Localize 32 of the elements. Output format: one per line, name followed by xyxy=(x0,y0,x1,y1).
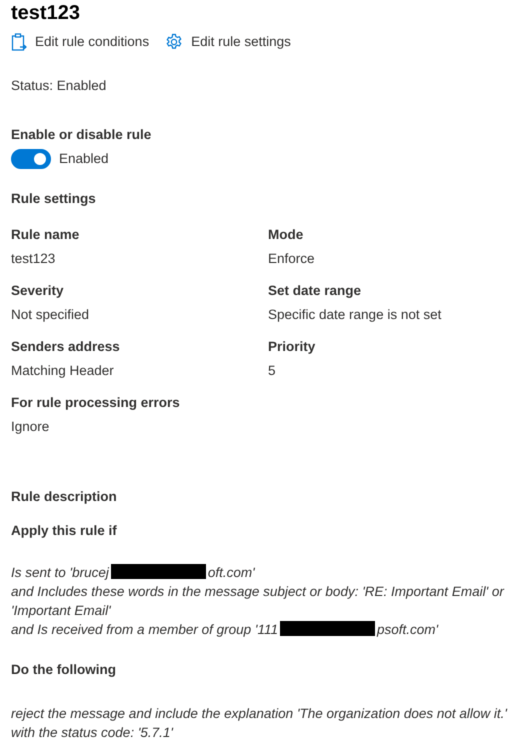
edit-link[interactable]: Edit rule settings xyxy=(165,32,291,52)
field-label: For rule processing errors xyxy=(11,394,181,412)
status-text: Status: Enabled xyxy=(11,77,108,96)
field-label: Set date range xyxy=(268,282,362,300)
field-value: test123 xyxy=(11,250,56,268)
toggle-state-text: Enabled xyxy=(59,150,109,168)
edit-link[interactable]: Edit rule conditions xyxy=(11,32,150,52)
field-value: Ignore xyxy=(11,418,50,436)
section-heading: Apply this rule if xyxy=(11,522,118,540)
toggle-label: Enable or disable rule xyxy=(11,126,152,144)
page-title: test123 xyxy=(11,1,81,25)
settings-icon xyxy=(165,33,184,52)
field-value: Not specified xyxy=(11,306,90,324)
field-label: Priority xyxy=(268,338,316,356)
clipboard-icon xyxy=(11,33,27,52)
field-value: Matching Header xyxy=(11,362,115,380)
section-heading: Do the following xyxy=(11,660,117,679)
section-heading: Rule description xyxy=(11,488,118,506)
field-value: Enforce xyxy=(268,250,316,268)
condition-text: and Is received from a member of group '111 xyxy=(11,622,278,637)
field-label: Senders address xyxy=(11,338,121,356)
condition-text: psoft.com' xyxy=(376,622,438,637)
section-heading: Rule settings xyxy=(11,190,97,208)
field-label: Mode xyxy=(268,226,304,244)
field-value: Specific date range is not set xyxy=(268,306,442,324)
field-value: 5 xyxy=(268,362,277,380)
field-label: Rule name xyxy=(11,226,80,244)
field-label: Severity xyxy=(11,282,65,300)
toggle-switch[interactable] xyxy=(11,148,51,169)
condition-text: oft.com' xyxy=(208,564,255,580)
condition-text: Is sent to 'brucej xyxy=(11,564,109,580)
action-text: reject the message and include the explanation 'The organization does not allow it.' with the status code: '5.7.1' xyxy=(11,704,508,742)
